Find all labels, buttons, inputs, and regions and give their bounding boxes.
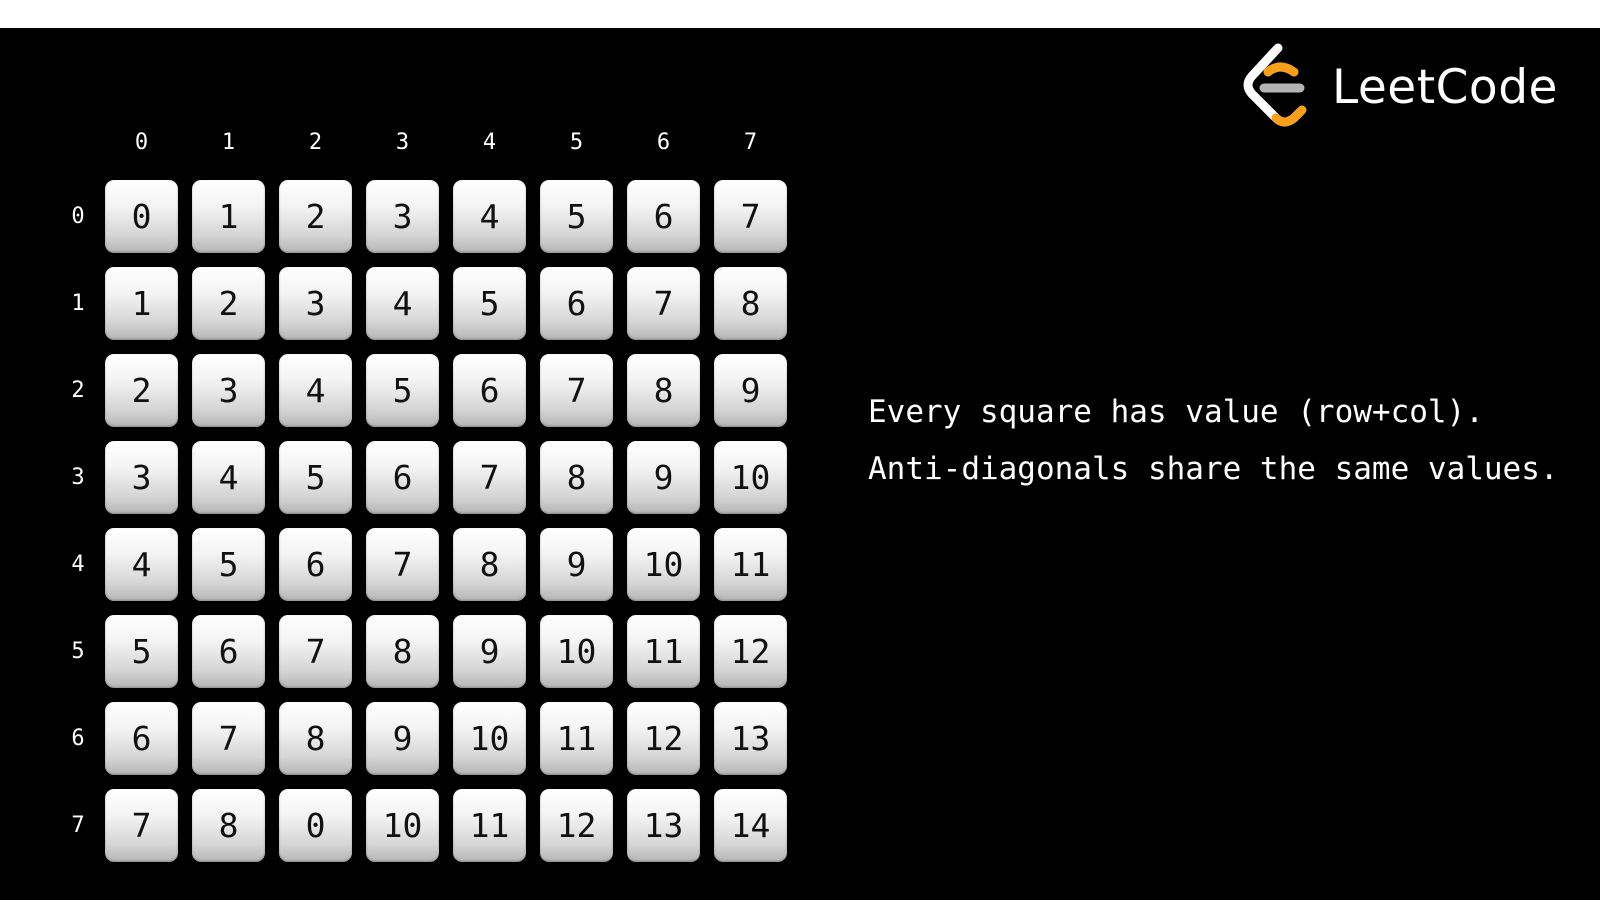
grid-cell-r1-c3: 4: [366, 267, 439, 340]
grid-cell-r0-c4: 4: [453, 180, 526, 253]
grid-cell-r2-c6: 8: [627, 354, 700, 427]
grid-cell-r0-c0: 0: [105, 180, 178, 253]
row-header-0: 0: [71, 204, 85, 229]
column-header-2: 2: [308, 130, 323, 155]
grid-cell-r7-c5: 12: [540, 789, 613, 862]
grid-cell-r5-c3: 8: [366, 615, 439, 688]
grid-cell-r5-c0: 5: [105, 615, 178, 688]
grid-cell-r1-c0: 1: [105, 267, 178, 340]
column-header-3: 3: [395, 130, 410, 155]
grid-cell-r0-c1: 1: [192, 180, 265, 253]
grid-cell-r1-c4: 5: [453, 267, 526, 340]
grid-cell-r0-c7: 7: [714, 180, 787, 253]
grid-cell-r0-c5: 5: [540, 180, 613, 253]
grid-cell-r7-c4: 11: [453, 789, 526, 862]
row-header-2: 2: [71, 378, 85, 403]
grid-cell-r6-c6: 12: [627, 702, 700, 775]
grid-cell-r2-c5: 7: [540, 354, 613, 427]
grid-cell-r6-c7: 13: [714, 702, 787, 775]
grid-cell-r7-c0: 7: [105, 789, 178, 862]
row-header-4: 4: [71, 552, 85, 577]
grid-cell-r5-c7: 12: [714, 615, 787, 688]
grid-cell-r1-c2: 3: [279, 267, 352, 340]
grid-cell-r0-c3: 3: [366, 180, 439, 253]
grid-cell-r3-c2: 5: [279, 441, 352, 514]
grid-cell-r6-c2: 8: [279, 702, 352, 775]
grid-cell-r6-c5: 11: [540, 702, 613, 775]
column-header-6: 6: [656, 130, 671, 155]
grid-cell-r2-c7: 9: [714, 354, 787, 427]
grid-cell-r4-c1: 5: [192, 528, 265, 601]
grid-cell-r3-c3: 6: [366, 441, 439, 514]
grid-cell-r5-c4: 9: [453, 615, 526, 688]
slide-canvas: 01234567 01234567 0123456712345678234567…: [0, 28, 1600, 900]
column-header-0: 0: [134, 130, 149, 155]
row-header-6: 6: [71, 726, 85, 751]
grid-cell-r7-c3: 10: [366, 789, 439, 862]
row-header-7: 7: [71, 813, 85, 838]
grid-cell-r2-c4: 6: [453, 354, 526, 427]
grid-cell-r4-c3: 7: [366, 528, 439, 601]
column-header-5: 5: [569, 130, 584, 155]
column-header-1: 1: [221, 130, 236, 155]
row-index-headers: 0 1 2 3 4 5 6 7: [60, 180, 96, 880]
grid-cell-r0-c6: 6: [627, 180, 700, 253]
grid-cell-r6-c0: 6: [105, 702, 178, 775]
grid-cell-r2-c0: 2: [105, 354, 178, 427]
grid-cell-r0-c2: 2: [279, 180, 352, 253]
row-header-3: 3: [71, 465, 85, 490]
grid-cell-r4-c4: 8: [453, 528, 526, 601]
grid-cell-r4-c6: 10: [627, 528, 700, 601]
row-header-5: 5: [71, 639, 85, 664]
leetcode-logo-icon: [1243, 43, 1307, 127]
grid-cell-r7-c1: 8: [192, 789, 265, 862]
grid-cell-r2-c1: 3: [192, 354, 265, 427]
description-text: Every square has value (row+col). Anti-d…: [868, 394, 1559, 487]
grid-cell-r7-c6: 13: [627, 789, 700, 862]
grid-cell-r7-c2: 0: [279, 789, 352, 862]
grid-cell-r2-c3: 5: [366, 354, 439, 427]
value-grid: 0 1 2 3 4 5 6 7 1 2 3 4 5 6 7 8 2 3 4 5 6 7 8 9 3 4 5 6 7 8 9 10 4 5 6 7 8 9 1…: [105, 180, 805, 880]
grid-cell-r4-c0: 4: [105, 528, 178, 601]
grid-cell-r1-c5: 6: [540, 267, 613, 340]
grid-cell-r6-c3: 9: [366, 702, 439, 775]
grid-cell-r3-c7: 10: [714, 441, 787, 514]
leetcode-logo: LeetCode: [1240, 42, 1570, 132]
column-header-4: 4: [482, 130, 497, 155]
grid-cell-r1-c1: 2: [192, 267, 265, 340]
grid-cell-r6-c4: 10: [453, 702, 526, 775]
column-header-7: 7: [743, 130, 758, 155]
grid-cell-r7-c7: 14: [714, 789, 787, 862]
grid-cell-r4-c5: 9: [540, 528, 613, 601]
grid-cell-r4-c7: 11: [714, 528, 787, 601]
grid-cell-r6-c1: 7: [192, 702, 265, 775]
grid-cell-r3-c6: 9: [627, 441, 700, 514]
grid-cell-r4-c2: 6: [279, 528, 352, 601]
grid-cell-r3-c1: 4: [192, 441, 265, 514]
grid-cell-r5-c6: 11: [627, 615, 700, 688]
row-header-1: 1: [71, 291, 85, 316]
grid-cell-r2-c2: 4: [279, 354, 352, 427]
grid-cell-r1-c6: 7: [627, 267, 700, 340]
grid-cell-r5-c5: 10: [540, 615, 613, 688]
grid-cell-r1-c7: 8: [714, 267, 787, 340]
grid-cell-r3-c5: 8: [540, 441, 613, 514]
grid-cell-r3-c4: 7: [453, 441, 526, 514]
logo-text: LeetCode: [1332, 60, 1558, 115]
column-index-headers: 0 1 2 3 4 5 6 7: [105, 128, 805, 158]
grid-cell-r5-c1: 6: [192, 615, 265, 688]
grid-cell-r3-c0: 3: [105, 441, 178, 514]
grid-cell-r5-c2: 7: [279, 615, 352, 688]
